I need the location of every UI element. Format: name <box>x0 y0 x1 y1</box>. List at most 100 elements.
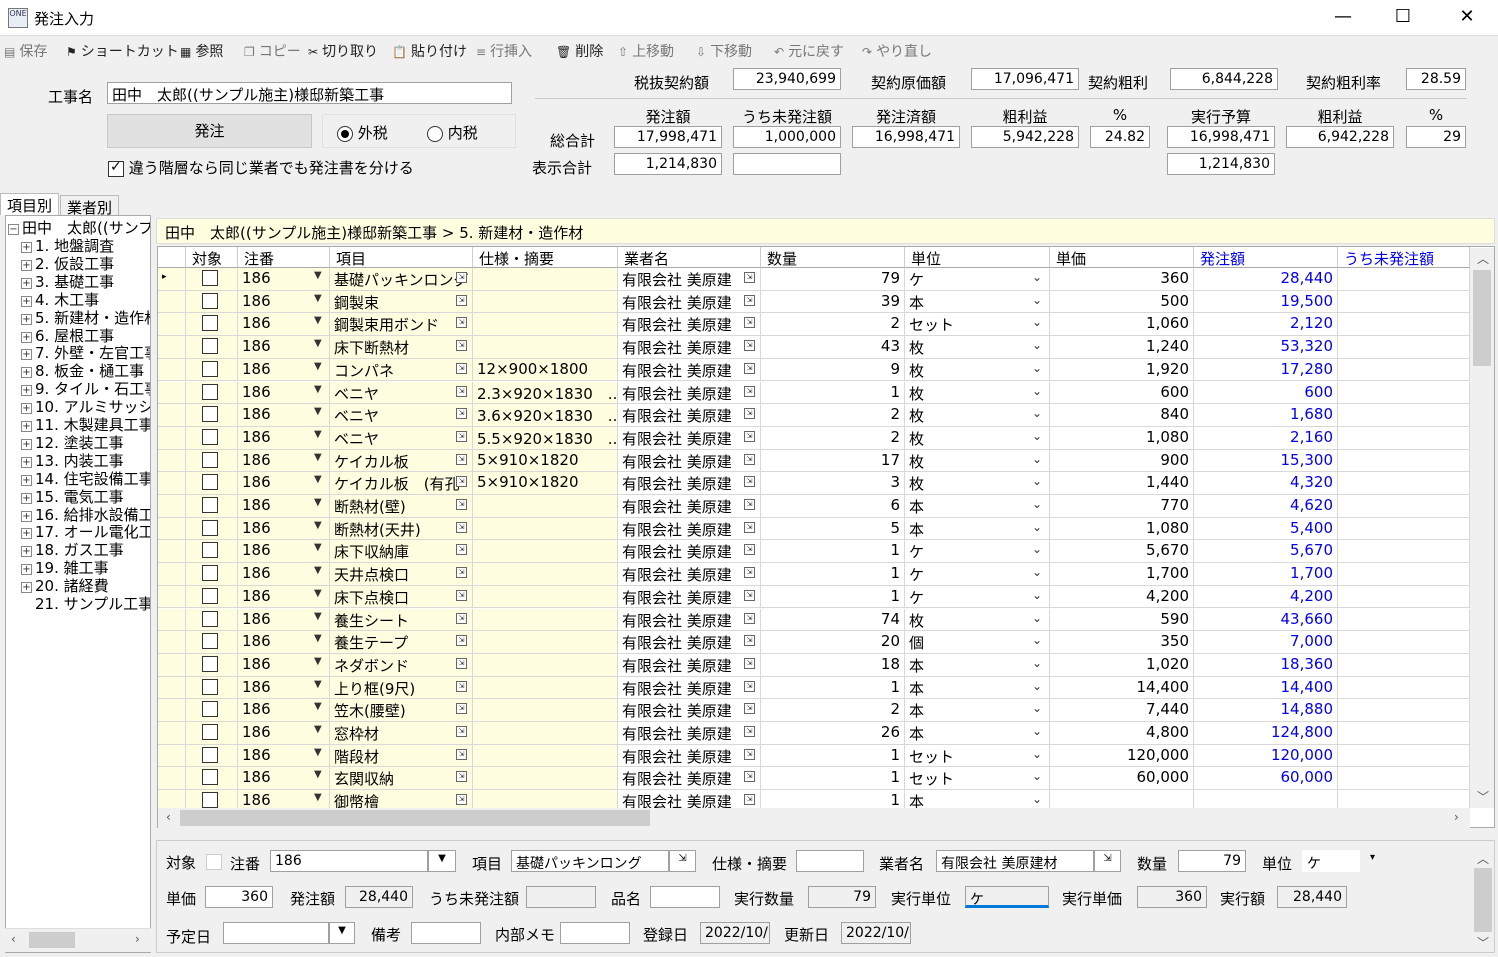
lookup-icon[interactable]: ⇲ <box>744 476 755 488</box>
quantity-cell[interactable]: 6 <box>761 495 905 518</box>
lookup-icon[interactable]: ⇲ <box>744 385 755 397</box>
dropdown-arrow-icon[interactable]: ▼ <box>314 701 322 712</box>
unit-cell[interactable]: 本 ⌄ <box>905 495 1050 518</box>
expand-icon[interactable]: + <box>21 313 32 325</box>
table-row[interactable]: 186 ▼ ベニヤ ⇲ 3.6×920×1830 ... 有限会社 美原建 ⇲ 2 枚 ⌄ 840 1… <box>158 404 1470 427</box>
item-cell[interactable]: 鋼製束 ⇲ <box>330 290 473 314</box>
quantity-cell[interactable]: 2 <box>761 426 905 450</box>
vendor-cell[interactable]: 有限会社 美原建 ⇲ <box>618 358 761 382</box>
unit-cell[interactable]: 本 ⌄ <box>905 676 1050 700</box>
unit-cell[interactable]: ケ ⌄ <box>905 563 1050 586</box>
dropdown-arrow-icon[interactable]: ▼ <box>314 724 322 735</box>
vendor-cell[interactable]: 有限会社 美原建 ⇲ <box>618 699 761 722</box>
detail-note-field[interactable] <box>411 922 481 944</box>
order-no-cell[interactable]: 186 ▼ <box>238 358 330 382</box>
spec-cell[interactable] <box>473 563 618 586</box>
row-checkbox[interactable] <box>202 338 218 355</box>
table-row[interactable]: 186 ▼ 天井点検口 ⇲ 有限会社 美原建 ⇲ 1 ケ ⌄ 1,700 1,700 <box>158 563 1470 586</box>
unit-price-cell[interactable]: 590 <box>1050 608 1194 632</box>
vendor-cell[interactable]: 有限会社 美原建 ⇲ <box>618 585 761 609</box>
dropdown-arrow-icon[interactable]: ▼ <box>314 792 322 803</box>
spec-cell[interactable] <box>473 517 618 541</box>
unit-price-cell[interactable]: 360 <box>1050 268 1194 291</box>
detail-vendor-field[interactable]: 有限会社 美原建材 <box>936 850 1094 872</box>
row-selector[interactable] <box>158 472 186 495</box>
target-cell[interactable] <box>186 290 238 314</box>
row-selector[interactable] <box>158 495 186 518</box>
row-checkbox[interactable] <box>202 610 218 627</box>
unit-cell[interactable]: 枚 ⌄ <box>905 336 1050 359</box>
table-row[interactable]: 186 ▼ ケイカル板 (有孔 ⇲ 5×910×1820 有限会社 美原建 ⇲ 3 枚 ⌄ 1,44… <box>158 472 1470 495</box>
row-checkbox[interactable] <box>202 519 218 536</box>
table-row[interactable]: 186 ▼ 床下収納庫 ⇲ 有限会社 美原建 ⇲ 1 ケ ⌄ 5,670 5,670 <box>158 540 1470 564</box>
lookup-icon[interactable]: ⇲ <box>456 589 467 601</box>
vendor-cell[interactable]: 有限会社 美原建 ⇲ <box>618 313 761 337</box>
vendor-cell[interactable]: 有限会社 美原建 ⇲ <box>618 449 761 473</box>
detail-exec-unit-field[interactable]: ケ <box>965 886 1049 908</box>
order-no-cell[interactable]: 186 ▼ <box>238 608 330 632</box>
lookup-icon[interactable]: ⇲ <box>744 544 755 556</box>
row-checkbox[interactable] <box>202 383 218 400</box>
unit-cell[interactable]: 本 ⌄ <box>905 699 1050 722</box>
dropdown-arrow-icon[interactable]: ▼ <box>314 429 322 440</box>
order-no-cell[interactable]: 186 ▼ <box>238 381 330 405</box>
row-checkbox[interactable] <box>202 724 218 740</box>
detail-qty-field[interactable]: 79 <box>1178 850 1246 872</box>
unit-price-cell[interactable]: 840 <box>1050 404 1194 427</box>
target-cell[interactable] <box>186 699 238 722</box>
dropdown-arrow-icon[interactable]: ▼ <box>314 361 322 372</box>
table-row[interactable]: 186 ▼ 断熱材(壁) ⇲ 有限会社 美原建 ⇲ 6 本 ⌄ 770 4,620 <box>158 495 1470 518</box>
chevron-down-icon[interactable]: ⌄ <box>1032 429 1042 443</box>
tree-item[interactable]: +17. オール電化工 <box>21 523 150 541</box>
unit-cell[interactable]: 本 ⌄ <box>905 290 1050 314</box>
row-checkbox[interactable] <box>202 474 218 491</box>
detail-amount-field[interactable]: 28,440 <box>345 886 413 908</box>
detail-memo-field[interactable] <box>560 922 630 944</box>
row-selector[interactable] <box>158 449 186 473</box>
unit-cell[interactable]: 本 ⌄ <box>905 653 1050 677</box>
order-no-cell[interactable]: 186 ▼ <box>238 563 330 586</box>
order-no-cell[interactable]: 186 ▼ <box>238 540 330 564</box>
row-checkbox[interactable] <box>202 701 218 718</box>
toolbar-move-down-button[interactable]: ⇩ 下移動 <box>696 41 752 61</box>
spec-cell[interactable] <box>473 722 618 745</box>
spec-cell[interactable] <box>473 744 618 768</box>
item-cell[interactable]: 床下点検口 ⇲ <box>330 585 473 609</box>
order-no-cell[interactable]: 186 ▼ <box>238 290 330 314</box>
item-cell[interactable]: 玄関収納 ⇲ <box>330 767 473 791</box>
tree-root[interactable]: − 田中 太郎((サンプ <box>8 219 150 237</box>
detail-unit-field[interactable]: ケ <box>1302 850 1360 872</box>
quantity-cell[interactable]: 2 <box>761 699 905 722</box>
minimize-button[interactable]: — <box>1313 0 1373 34</box>
table-row[interactable]: 186 ▼ 養生テープ ⇲ 有限会社 美原建 ⇲ 20 個 ⌄ 350 7,000 <box>158 631 1470 654</box>
lookup-icon[interactable]: ⇲ <box>744 340 755 352</box>
detail-date-field[interactable] <box>223 922 329 944</box>
grid-header-vendor[interactable]: 業者名 <box>618 247 761 268</box>
item-cell[interactable]: 鋼製束用ボンド ⇲ <box>330 313 473 337</box>
grid-header-order-no[interactable]: 注番 <box>238 247 330 268</box>
chevron-down-icon[interactable]: ⌄ <box>1032 679 1042 693</box>
spec-cell[interactable] <box>473 676 618 700</box>
dropdown-arrow-icon[interactable]: ▼ <box>314 315 322 326</box>
row-selector[interactable] <box>158 381 186 405</box>
row-selector[interactable] <box>158 426 186 450</box>
lookup-icon[interactable]: ⇲ <box>456 294 467 306</box>
dropdown-arrow-icon[interactable]: ▼ <box>314 633 322 644</box>
target-cell[interactable] <box>186 404 238 427</box>
unit-cell[interactable]: 枚 ⌄ <box>905 426 1050 450</box>
lookup-icon[interactable]: ⇲ <box>744 771 755 783</box>
unit-cell[interactable]: ケ ⌄ <box>905 268 1050 291</box>
detail-exec-qty-field[interactable]: 79 <box>808 886 876 908</box>
scroll-right-icon[interactable]: › <box>1454 810 1459 824</box>
lookup-icon[interactable]: ⇲ <box>456 680 467 692</box>
tax-inclusive-radio[interactable]: 内税 <box>427 122 478 143</box>
lookup-icon[interactable]: ⇲ <box>669 850 696 872</box>
item-cell[interactable]: ベニヤ ⇲ <box>330 426 473 450</box>
expand-icon[interactable]: + <box>21 474 32 486</box>
order-no-cell[interactable]: 186 ▼ <box>238 585 330 609</box>
target-cell[interactable] <box>186 540 238 564</box>
grid-header-spec[interactable]: 仕様・摘要 <box>473 247 618 268</box>
expand-icon[interactable]: + <box>21 546 32 558</box>
item-cell[interactable]: ケイカル板 (有孔 ⇲ <box>330 472 473 495</box>
grid-header-order-amount[interactable]: 発注額 <box>1194 247 1338 268</box>
